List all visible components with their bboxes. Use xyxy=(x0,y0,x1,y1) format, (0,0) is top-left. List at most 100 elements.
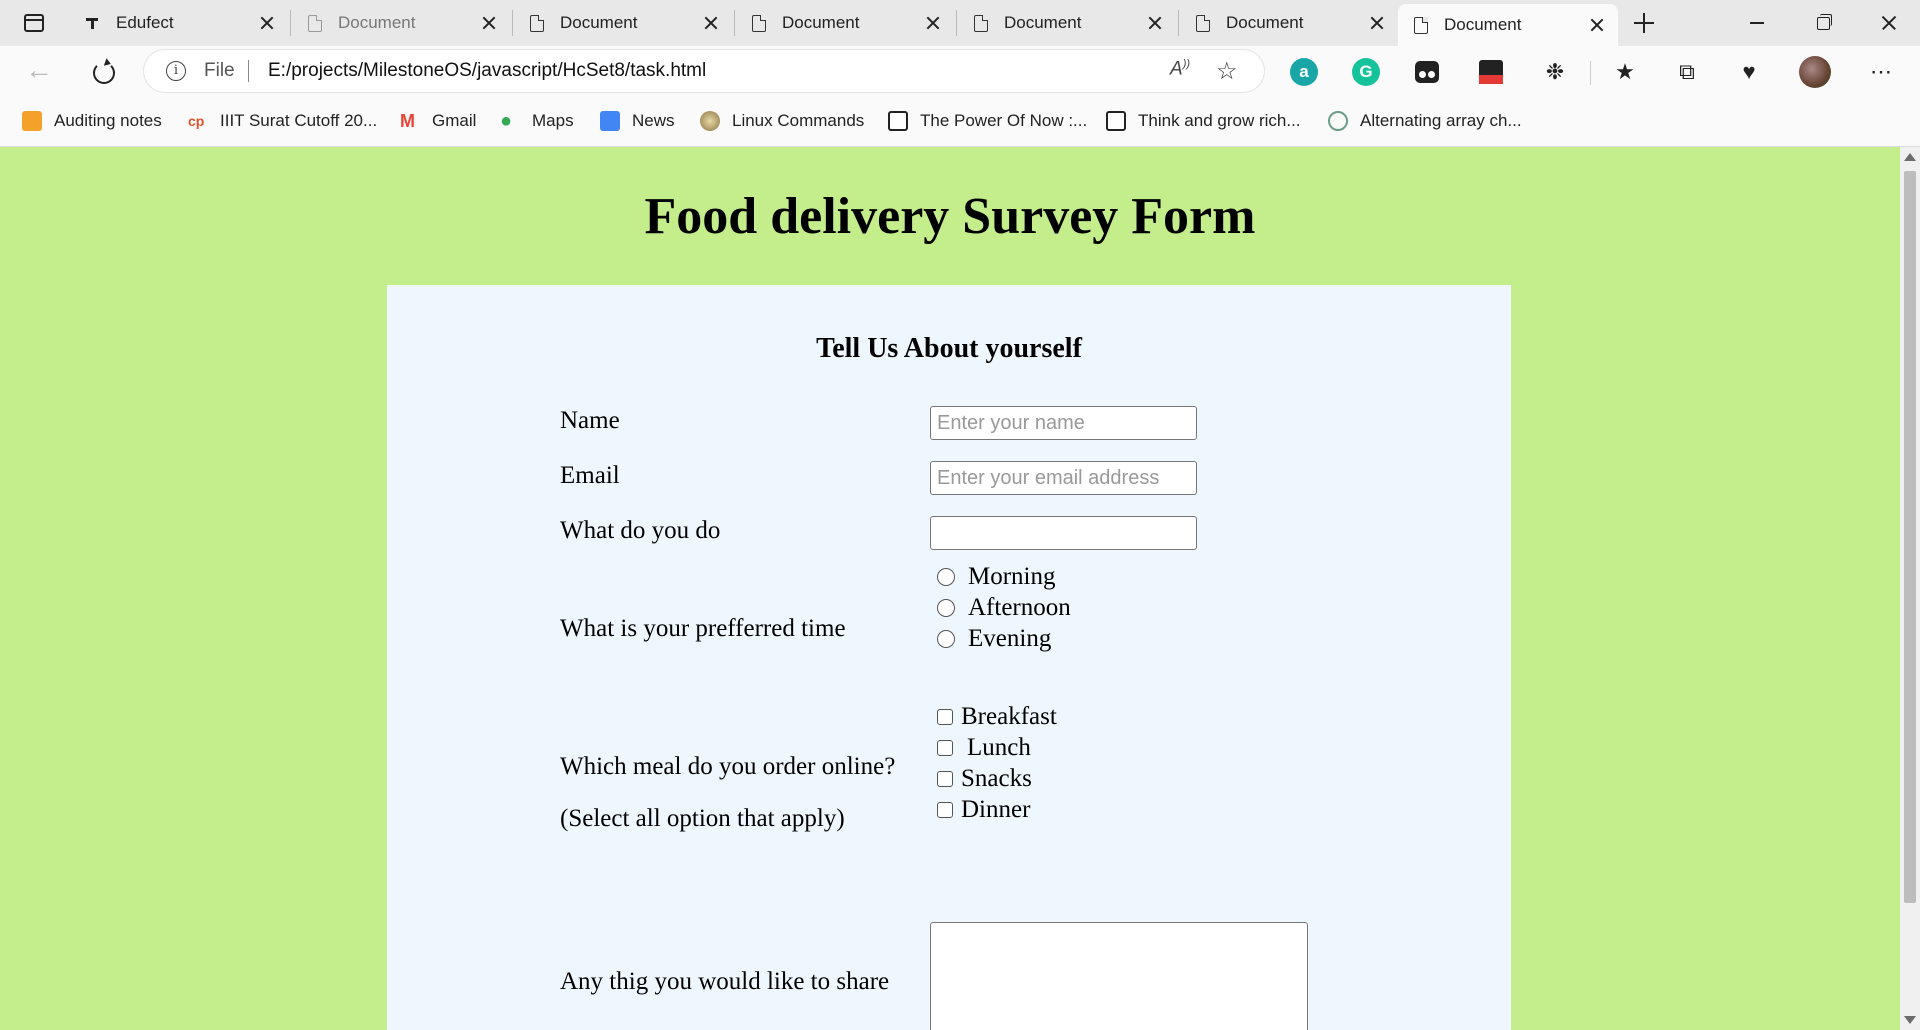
window-close-icon[interactable] xyxy=(1856,0,1920,46)
bookmark-auditing-notes[interactable]: Auditing notes xyxy=(22,108,162,134)
bookmark-label: IIIT Surat Cutoff 20... xyxy=(220,111,378,130)
option-label: Morning xyxy=(968,563,1056,590)
bookmark-label: Think and grow rich... xyxy=(1138,111,1301,130)
meal-option-lunch[interactable]: Lunch xyxy=(937,734,1031,762)
bookmark-iiit-surat[interactable]: cp IIIT Surat Cutoff 20... xyxy=(188,108,377,134)
survey-form: Tell Us About yourself Name Enter your n… xyxy=(387,285,1511,1030)
meal-label: Which meal do you order online? xyxy=(560,753,896,780)
close-tab-icon[interactable] xyxy=(1144,12,1166,34)
tab-document-1[interactable]: Document xyxy=(292,4,510,42)
scroll-up-arrow-icon[interactable] xyxy=(1904,153,1916,161)
document-icon xyxy=(974,14,988,32)
address-divider xyxy=(248,60,249,82)
library-icon xyxy=(888,111,908,131)
tab-actions-button[interactable] xyxy=(14,9,54,37)
bookmark-maps[interactable]: ● Maps xyxy=(500,108,574,134)
share-label: Any thig you would like to share xyxy=(560,968,890,995)
tab-document-2[interactable]: Document xyxy=(514,4,732,42)
favorites-icon[interactable]: ★ xyxy=(1608,55,1642,89)
tab-bar: Edufect Document Document Document Docum… xyxy=(0,0,1920,46)
meal-option-breakfast[interactable]: Breakfast xyxy=(937,703,1057,731)
info-icon[interactable]: i xyxy=(166,61,186,81)
option-label: Lunch xyxy=(967,734,1031,761)
more-options-icon[interactable]: ⋯ xyxy=(1864,55,1898,89)
close-tab-icon[interactable] xyxy=(700,12,722,34)
tab-label: Document xyxy=(560,13,638,32)
checkbox[interactable] xyxy=(937,709,953,725)
option-label: Dinner xyxy=(961,796,1031,823)
checkbox[interactable] xyxy=(937,771,953,787)
extension-glyph: G xyxy=(1359,62,1373,81)
scheme-label: File xyxy=(204,60,235,81)
maps-pin-icon: ● xyxy=(500,110,513,132)
time-option-afternoon[interactable]: Afternoon xyxy=(937,594,1071,622)
edufect-icon xyxy=(86,16,100,30)
close-tab-icon[interactable] xyxy=(1366,12,1388,34)
bookmark-power-of-now[interactable]: The Power Of Now :... xyxy=(888,108,1087,134)
checkbox[interactable] xyxy=(937,740,953,756)
tab-document-3[interactable]: Document xyxy=(736,4,954,42)
reload-icon[interactable] xyxy=(86,55,120,87)
page-title: Food delivery Survey Form xyxy=(644,188,1256,245)
tab-document-active[interactable]: Document xyxy=(1398,4,1618,46)
bookmark-linux-commands[interactable]: Linux Commands xyxy=(700,108,864,134)
time-option-morning[interactable]: Morning xyxy=(937,563,1056,591)
tab-divider xyxy=(512,10,513,36)
tab-label: Document xyxy=(338,13,416,32)
tab-document-4[interactable]: Document xyxy=(958,4,1176,42)
read-aloud-icon[interactable]: A)) xyxy=(1170,58,1190,80)
time-option-evening[interactable]: Evening xyxy=(937,625,1051,653)
auditing-notes-icon xyxy=(22,111,42,131)
close-tab-icon[interactable] xyxy=(1586,14,1608,36)
browser-essentials-icon[interactable]: ♥ xyxy=(1732,55,1766,89)
document-icon xyxy=(752,14,766,32)
checkbox[interactable] xyxy=(937,802,953,818)
radio-button[interactable] xyxy=(937,630,955,648)
radio-button[interactable] xyxy=(937,568,955,586)
meal-option-dinner[interactable]: Dinner xyxy=(937,796,1030,824)
tab-label: Document xyxy=(1004,13,1082,32)
bookmark-alternating-array[interactable]: Alternating array ch... xyxy=(1328,108,1522,134)
tab-actions-icon xyxy=(24,14,44,32)
tab-edufect[interactable]: Edufect xyxy=(70,4,288,42)
address-bar[interactable]: i File E:/projects/MilestoneOS/javascrip… xyxy=(144,50,1264,92)
tab-divider xyxy=(956,10,957,36)
restore-icon[interactable] xyxy=(1790,0,1856,46)
url-text[interactable]: E:/projects/MilestoneOS/javascript/HcSet… xyxy=(268,60,706,82)
add-favorite-icon[interactable]: ☆ xyxy=(1216,57,1238,86)
scroll-thumb[interactable] xyxy=(1904,171,1916,903)
amazon-assistant-icon[interactable]: a xyxy=(1290,58,1318,86)
option-label: Evening xyxy=(968,625,1052,652)
close-tab-icon[interactable] xyxy=(256,12,278,34)
vertical-scrollbar[interactable] xyxy=(1900,147,1920,1030)
meal-option-snacks[interactable]: Snacks xyxy=(937,765,1032,793)
bookmark-gmail[interactable]: M Gmail xyxy=(400,108,476,134)
profile-avatar[interactable] xyxy=(1798,55,1832,89)
minimize-icon[interactable] xyxy=(1724,0,1790,46)
close-tab-icon[interactable] xyxy=(922,12,944,34)
scroll-down-arrow-icon[interactable] xyxy=(1904,1016,1916,1024)
email-input[interactable]: Enter your email address xyxy=(930,461,1197,495)
bookmark-news[interactable]: News xyxy=(600,108,675,134)
cp-icon: cp xyxy=(188,113,205,129)
occupation-label: What do you do xyxy=(560,517,721,544)
grammarly-icon[interactable]: G xyxy=(1352,58,1380,86)
ad-blocker-icon[interactable] xyxy=(1474,55,1508,89)
share-textarea[interactable] xyxy=(930,922,1308,1030)
bookmark-think-and-grow-rich[interactable]: Think and grow rich... xyxy=(1106,108,1301,134)
bookmark-label: Maps xyxy=(532,111,574,130)
extensions-puzzle-icon[interactable]: ❉ xyxy=(1538,55,1572,89)
name-input[interactable]: Enter your name xyxy=(930,406,1197,440)
occupation-input[interactable] xyxy=(930,516,1197,550)
tab-document-5[interactable]: Document xyxy=(1180,4,1398,42)
option-label: Afternoon xyxy=(968,594,1071,621)
back-arrow-icon[interactable]: ← xyxy=(22,55,56,87)
radio-button[interactable] xyxy=(937,599,955,617)
collections-icon[interactable]: ⧉ xyxy=(1670,55,1704,89)
tab-divider xyxy=(734,10,735,36)
new-tab-icon[interactable] xyxy=(1628,8,1660,38)
tampermonkey-icon[interactable] xyxy=(1410,55,1444,89)
bookmark-label: Gmail xyxy=(432,111,477,130)
close-tab-icon[interactable] xyxy=(478,12,500,34)
name-label: Name xyxy=(560,407,620,434)
